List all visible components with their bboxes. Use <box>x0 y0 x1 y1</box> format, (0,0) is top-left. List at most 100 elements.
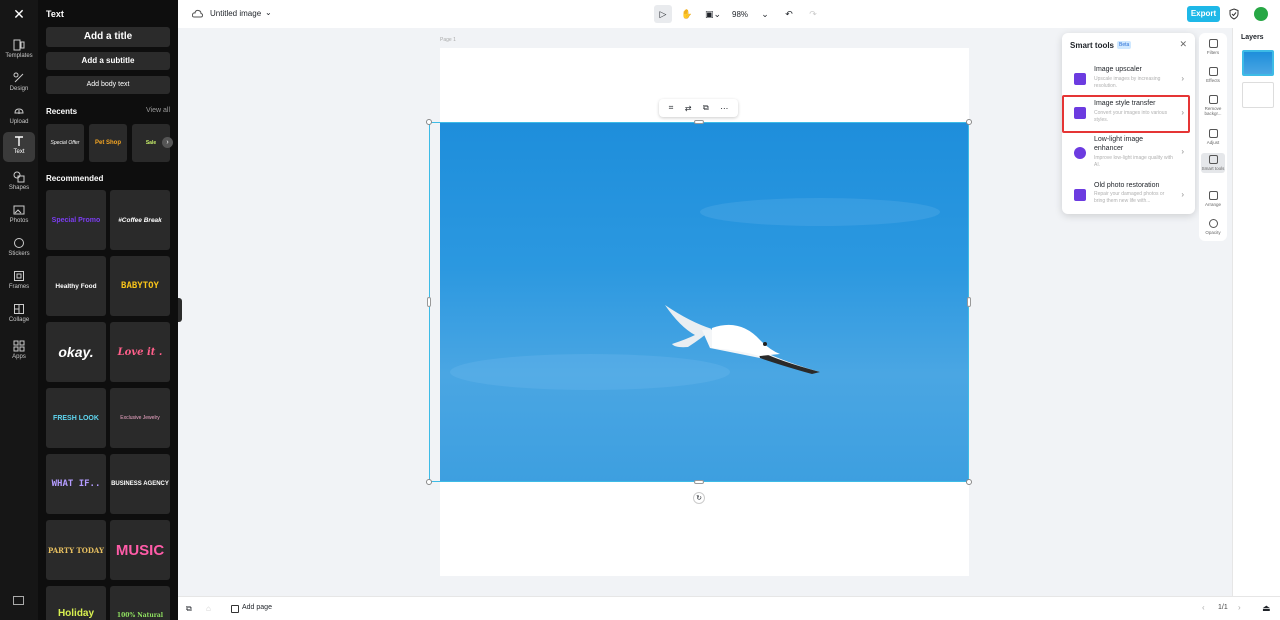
tool-arrange[interactable]: Arrange <box>1201 191 1225 207</box>
rail-item-photos[interactable]: Photos <box>3 201 35 231</box>
rail-item-frames[interactable]: Frames <box>3 267 35 297</box>
crop-icon[interactable]: ⌗ <box>669 103 674 113</box>
layer-thumbnail-background[interactable] <box>1242 82 1274 108</box>
tool-opacity[interactable]: Opacity <box>1201 219 1225 235</box>
left-rail: ✕ Templates Design Upload Text Shapes Ph… <box>0 0 38 620</box>
chevron-right-icon[interactable]: › <box>162 137 173 148</box>
smart-item-image-upscaler[interactable]: Image upscaler Upscale images by increas… <box>1068 63 1189 97</box>
export-button[interactable]: Export <box>1187 6 1220 22</box>
resize-handle-bottom-left[interactable] <box>426 479 432 485</box>
tool-label: Effects <box>1206 78 1220 83</box>
recommended-heading: Recommended <box>46 174 104 183</box>
expand-icon[interactable]: ⏏ <box>1262 603 1271 614</box>
resize-handle-top-left[interactable] <box>426 119 432 125</box>
tool-label: Smart tools <box>1201 166 1225 171</box>
rail-item-shapes[interactable]: Shapes <box>3 168 35 198</box>
resize-handle-right[interactable] <box>967 297 971 307</box>
panel-collapse-handle[interactable] <box>178 298 182 322</box>
text-template[interactable]: PARTY TODAY <box>46 520 106 580</box>
layout-icon[interactable]: ▣⌄ <box>702 5 724 23</box>
zoom-level[interactable]: 98% <box>730 10 750 19</box>
chevron-right-icon: › <box>1181 147 1184 156</box>
select-pointer-icon[interactable]: ▷ <box>654 5 672 23</box>
add-page-button[interactable]: Add page <box>242 604 272 611</box>
rail-item-upload[interactable]: Upload <box>3 102 35 132</box>
smart-item-desc: Upscale images by increasing resolution. <box>1094 76 1161 89</box>
resize-handle-top-right[interactable] <box>966 119 972 125</box>
resize-handle-bottom-right[interactable] <box>966 479 972 485</box>
shield-icon[interactable] <box>1228 8 1240 20</box>
text-template[interactable]: MUSIC <box>110 520 170 580</box>
text-template[interactable]: WHAT IF.. <box>46 454 106 514</box>
resize-handle-top[interactable] <box>694 120 704 124</box>
rail-item-apps[interactable]: Apps <box>3 337 35 367</box>
add-subtitle-button[interactable]: Add a subtitle <box>46 52 170 70</box>
smart-tools-title: Smart tools <box>1070 41 1115 50</box>
zoom-chevron-down-icon[interactable]: ⌄ <box>756 5 774 23</box>
template-text: Holiday <box>57 608 95 619</box>
pages-icon[interactable]: ⧉ <box>186 604 192 614</box>
duplicate-icon[interactable]: ⧉ <box>703 103 709 113</box>
smart-item-desc: Repair your damaged photos or bring them… <box>1094 191 1165 204</box>
text-template[interactable]: BUSINESS AGENCY <box>110 454 170 514</box>
shapes-icon <box>11 171 27 183</box>
rail-item-text[interactable]: Text <box>3 132 35 162</box>
smart-item-low-light-enhancer[interactable]: Low-light image enhancer Improve low-lig… <box>1068 133 1189 175</box>
text-template[interactable]: Special Promo <box>46 190 106 250</box>
smart-item-old-photo-restoration[interactable]: Old photo restoration Repair your damage… <box>1068 179 1189 213</box>
capcut-logo-icon[interactable]: ✕ <box>10 6 28 22</box>
rail-item-templates[interactable]: Templates <box>3 36 35 66</box>
tool-remove-background[interactable]: Remove backgr... <box>1201 95 1225 116</box>
low-light-icon <box>1074 147 1086 159</box>
beta-badge: Beta <box>1117 41 1132 49</box>
rail-item-stickers[interactable]: Stickers <box>3 234 35 264</box>
redo-icon[interactable]: ↷ <box>804 5 822 23</box>
resize-handle-left[interactable] <box>427 297 431 307</box>
design-icon <box>11 72 27 84</box>
apps-icon <box>11 340 27 352</box>
text-template[interactable]: BABYTOY <box>110 256 170 316</box>
replace-icon[interactable]: ⇄ <box>685 104 692 113</box>
remove-background-icon <box>1208 95 1218 104</box>
add-title-button[interactable]: Add a title <box>46 27 170 47</box>
rail-item-design[interactable]: Design <box>3 69 35 99</box>
rotate-icon[interactable]: ↻ <box>693 492 705 504</box>
more-icon[interactable]: ⋯ <box>720 104 728 113</box>
keyboard-shortcuts-icon[interactable] <box>13 596 24 608</box>
text-template[interactable]: Healthy Food <box>46 256 106 316</box>
rail-item-collage[interactable]: Collage <box>3 300 35 330</box>
text-template[interactable]: Love it . <box>110 322 170 382</box>
recent-template[interactable]: Pet Shop <box>89 124 127 162</box>
upscaler-icon <box>1074 73 1086 85</box>
text-template[interactable]: okay. <box>46 322 106 382</box>
template-text: Love it . <box>117 346 163 358</box>
avatar[interactable] <box>1254 7 1268 21</box>
tool-smart-tools[interactable]: Smart tools <box>1201 153 1225 173</box>
hand-pan-icon[interactable]: ✋ <box>678 5 696 23</box>
text-template[interactable]: Exclusive Jewelry <box>110 388 170 448</box>
layer-thumbnail-photo[interactable] <box>1242 50 1274 76</box>
text-template[interactable]: 100% Natural <box>110 586 170 620</box>
cloud-icon[interactable] <box>191 9 204 21</box>
text-template[interactable]: #Coffee Break <box>110 190 170 250</box>
close-icon[interactable]: ✕ <box>1179 39 1187 50</box>
add-body-text-button[interactable]: Add body text <box>46 76 170 94</box>
chevron-down-icon[interactable]: ⌄ <box>265 8 272 17</box>
recent-template[interactable]: Special Offer <box>46 124 84 162</box>
tool-filters[interactable]: Filters <box>1201 39 1225 55</box>
view-all-link[interactable]: View all <box>146 107 170 114</box>
prev-page-icon[interactable]: ‹ <box>1202 603 1205 612</box>
document-title[interactable]: Untitled image <box>210 9 261 18</box>
tool-effects[interactable]: Effects <box>1201 67 1225 83</box>
tool-label: Filters <box>1206 50 1220 55</box>
layers-panel: Layers <box>1232 28 1280 596</box>
selection-box <box>429 122 969 482</box>
resize-handle-bottom[interactable] <box>694 480 704 484</box>
trash-icon[interactable]: ⌂ <box>206 604 211 613</box>
undo-icon[interactable]: ↶ <box>780 5 798 23</box>
tool-adjust[interactable]: Adjust <box>1201 129 1225 145</box>
add-page-icon[interactable] <box>231 605 239 613</box>
next-page-icon[interactable]: › <box>1238 603 1241 612</box>
text-template[interactable]: FRESH LOOK <box>46 388 106 448</box>
text-template[interactable]: Holiday <box>46 586 106 620</box>
